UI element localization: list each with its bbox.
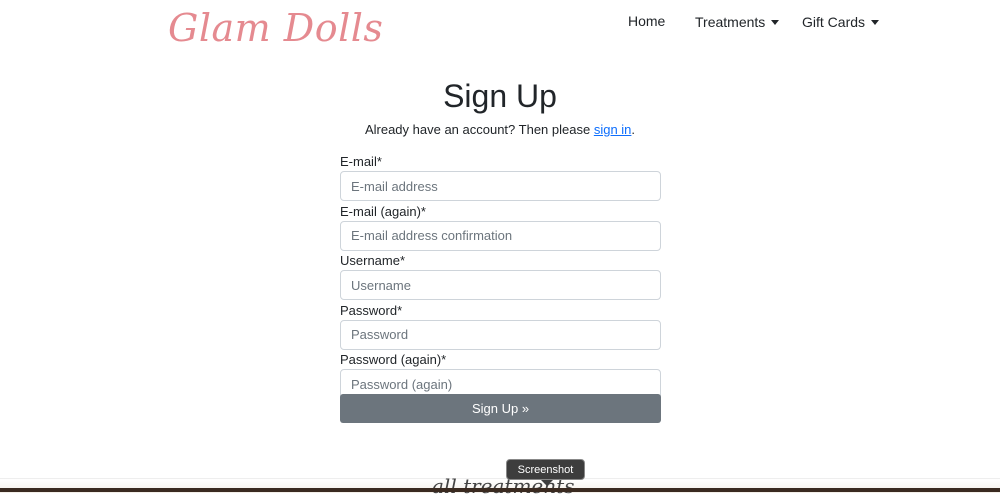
footer-bottom-strip — [0, 488, 1000, 492]
caret-down-icon — [771, 20, 780, 25]
signin-prompt-text: Already have an account? Then please — [364, 122, 594, 137]
nav-home-link[interactable]: Home — [628, 13, 665, 29]
page-title: Sign Up — [443, 78, 557, 114]
signup-form: E-mail* E-mail (again)* Username* Passwo… — [340, 152, 661, 400]
nav-gift-cards-dropdown[interactable]: Gift Cards — [802, 14, 880, 30]
username-label: Username* — [340, 253, 406, 268]
email-confirm-label: E-mail (again)* — [340, 203, 426, 219]
caret-down-icon — [871, 20, 880, 25]
username-group: Username* — [340, 252, 661, 301]
sign-up-button[interactable]: Sign Up » — [340, 394, 661, 423]
password-confirm-group: Password (again)* — [340, 351, 661, 400]
nav-gift-cards-label: Gift Cards — [802, 14, 866, 30]
email-confirm-field[interactable] — [340, 220, 661, 251]
password-field[interactable] — [340, 319, 661, 350]
signin-prompt-suffix: . — [631, 122, 636, 137]
brand-logo[interactable]: Glam Dolls — [168, 6, 383, 50]
email-label: E-mail* — [340, 154, 382, 169]
password-group: Password* — [340, 302, 661, 351]
nav-treatments-label: Treatments — [695, 14, 766, 30]
nav-treatments-dropdown[interactable]: Treatments — [695, 14, 780, 30]
navbar: Glam Dolls Home Treatments Gift Cards — [0, 0, 1000, 70]
email-confirm-group: E-mail (again)* — [340, 203, 661, 252]
screenshot-tooltip: Screenshot — [506, 459, 585, 486]
signin-prompt: Already have an account? Then please sig… — [0, 122, 1000, 137]
email-field[interactable] — [340, 171, 661, 201]
username-field[interactable] — [340, 270, 661, 300]
password-confirm-label: Password (again)* — [340, 352, 447, 367]
email-group: E-mail* — [340, 153, 661, 202]
sign-in-link[interactable]: sign in — [594, 122, 632, 137]
password-label: Password* — [340, 302, 403, 318]
